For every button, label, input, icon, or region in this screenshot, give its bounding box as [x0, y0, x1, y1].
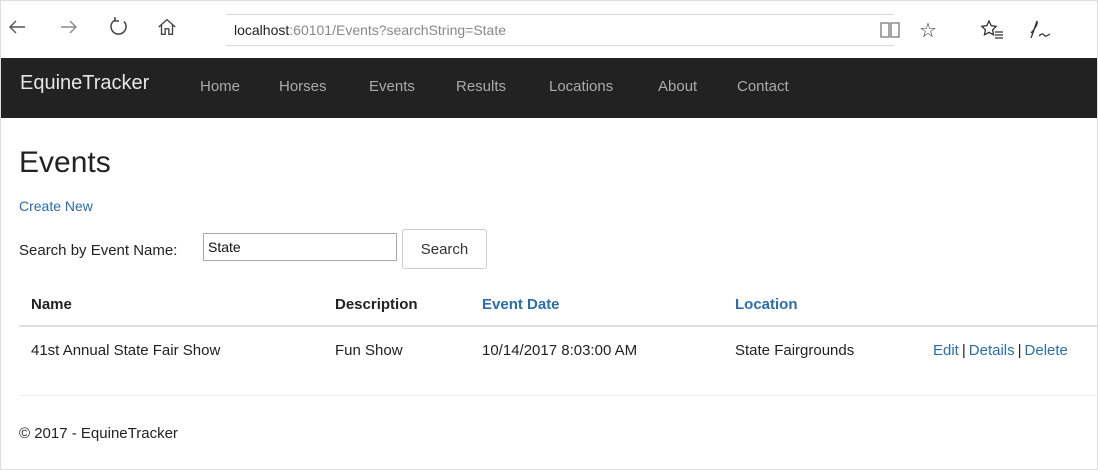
delete-link[interactable]: Delete	[1025, 342, 1068, 359]
nav-horses[interactable]: Horses	[279, 78, 327, 95]
action-separator: |	[961, 342, 966, 359]
row-actions: Edit | Details | Delete	[933, 342, 1068, 359]
pen-icon[interactable]	[1026, 16, 1054, 44]
column-header-name: Name	[31, 296, 72, 313]
address-bar[interactable]: localhost:60101/Events?searchString=Stat…	[226, 14, 894, 46]
nav-locations[interactable]: Locations	[549, 78, 613, 95]
column-header-location[interactable]: Location	[735, 296, 798, 313]
header-divider	[19, 325, 1098, 327]
search-button[interactable]: Search	[402, 229, 487, 269]
search-label: Search by Event Name:	[19, 242, 178, 259]
action-separator: |	[1017, 342, 1022, 359]
favorites-list-icon[interactable]	[978, 16, 1006, 44]
footer-divider	[19, 395, 1098, 396]
browser-toolbar: localhost:60101/Events?searchString=Stat…	[0, 0, 1098, 58]
star-icon[interactable]: ☆	[914, 16, 942, 44]
footer-text: © 2017 - EquineTracker	[19, 425, 178, 442]
cell-description: Fun Show	[335, 342, 403, 359]
nav-results[interactable]: Results	[456, 78, 506, 95]
nav-about[interactable]: About	[658, 78, 697, 95]
nav-contact[interactable]: Contact	[737, 78, 789, 95]
search-input[interactable]	[203, 233, 397, 261]
back-arrow-icon[interactable]	[0, 10, 34, 44]
refresh-icon[interactable]	[102, 10, 136, 44]
reading-view-icon[interactable]	[876, 16, 904, 44]
create-new-link[interactable]: Create New	[19, 198, 93, 214]
cell-event-date: 10/14/2017 8:03:00 AM	[482, 342, 638, 359]
brand-link[interactable]: EquineTracker	[20, 72, 149, 95]
column-header-event-date[interactable]: Event Date	[482, 296, 560, 313]
nav-events[interactable]: Events	[369, 78, 415, 95]
page-title: Events	[19, 146, 111, 179]
url-host: localhost	[234, 22, 290, 38]
forward-arrow-icon[interactable]	[52, 10, 86, 44]
details-link[interactable]: Details	[969, 342, 1015, 359]
home-icon[interactable]	[150, 10, 184, 44]
url-path: :60101/Events?searchString=State	[289, 22, 507, 38]
cell-name: 41st Annual State Fair Show	[31, 342, 221, 359]
nav-home[interactable]: Home	[200, 78, 240, 95]
edit-link[interactable]: Edit	[933, 342, 959, 359]
cell-location: State Fairgrounds	[735, 342, 855, 359]
column-header-description: Description	[335, 296, 418, 313]
site-navbar: EquineTracker Home Horses Events Results…	[0, 58, 1098, 118]
